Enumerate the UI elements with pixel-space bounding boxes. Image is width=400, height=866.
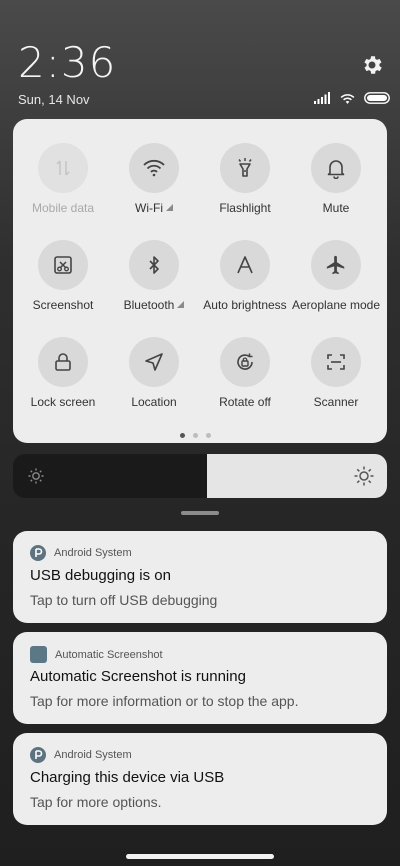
notification-app-name: Automatic Screenshot [55,648,163,661]
notification-header: Automatic Screenshot [30,646,163,663]
brightness-slider[interactable] [13,454,387,498]
wifi-status-icon [340,93,355,104]
page-dot[interactable] [180,433,185,438]
wifi-icon [143,159,165,177]
tile-label: Mute [322,201,350,215]
tile-auto-brightness[interactable]: Auto brightness [199,240,291,312]
status-icons [314,90,390,106]
tile-bluetooth[interactable]: Bluetooth [108,240,200,312]
notification-body: Tap for more options. [30,794,162,810]
notification-charging-usb[interactable]: Android System Charging this device via … [13,733,387,825]
flashlight-icon [238,158,252,177]
drag-handle[interactable] [181,511,219,515]
tile-label: Bluetooth [108,298,200,312]
quick-settings-panel: Mobile data Wi-Fi Flashlight Mute Screen… [13,119,387,443]
clock: 2:36 [18,38,117,87]
rotate-icon [237,353,253,370]
tile-mobile-data[interactable]: Mobile data [17,143,109,215]
bell-icon [327,160,345,179]
settings-button[interactable] [360,53,384,77]
notification-app-name: Android System [54,547,132,559]
tile-label: Location [131,395,177,409]
auto-brightness-icon [237,256,253,274]
location-icon [145,353,163,371]
mobile-data-icon [56,160,70,176]
gear-icon [364,56,382,74]
notification-app-name: Android System [54,749,132,761]
android-system-icon [30,747,46,763]
notification-body: Tap for more information or to stop the … [30,693,299,709]
tile-lock-screen[interactable]: Lock screen [17,337,109,409]
tile-rotate-off[interactable]: Rotate off [199,337,291,409]
notification-title: USB debugging is on [30,567,171,584]
notification-header: Android System [30,545,132,561]
signal-icon [314,92,330,104]
scanner-icon [327,354,345,370]
tile-mute[interactable]: Mute [290,143,382,215]
tile-screenshot[interactable]: Screenshot [17,240,109,312]
tile-label: Rotate off [219,395,271,409]
notification-title: Automatic Screenshot is running [30,668,246,685]
tile-flashlight[interactable]: Flashlight [199,143,291,215]
tile-wifi[interactable]: Wi-Fi [108,143,200,215]
tile-label: Auto brightness [203,298,287,312]
home-indicator[interactable] [126,854,274,859]
tile-label: Aeroplane mode [291,298,381,312]
notification-title: Charging this device via USB [30,769,225,786]
airplane-icon [326,255,345,275]
notification-body: Tap to turn off USB debugging [30,592,218,608]
brightness-high-icon [354,466,374,486]
page-dot[interactable] [206,433,211,438]
tile-location[interactable]: Location [108,337,200,409]
automatic-screenshot-app-icon [30,646,47,663]
tile-label: Lock screen [30,395,96,409]
page-dot[interactable] [193,433,198,438]
screenshot-icon [54,256,72,274]
tile-label: Scanner [313,395,359,409]
tile-label: Flashlight [219,201,271,215]
expand-triangle-icon [165,204,173,211]
tile-label: Screenshot [32,298,94,312]
notification-header: Android System [30,747,132,763]
lock-icon [55,353,71,371]
brightness-low-icon [28,468,44,484]
battery-icon [364,92,390,104]
tile-scanner[interactable]: Scanner [290,337,382,409]
page-indicator [180,433,211,438]
tile-aeroplane-mode[interactable]: Aeroplane mode [290,240,382,312]
android-system-icon [30,545,46,561]
tile-label: Mobile data [31,201,95,215]
date: Sun, 14 Nov [18,92,90,107]
notification-usb-debugging[interactable]: Android System USB debugging is on Tap t… [13,531,387,623]
notification-automatic-screenshot[interactable]: Automatic Screenshot Automatic Screensho… [13,632,387,724]
expand-triangle-icon [177,301,185,308]
bluetooth-icon [149,256,159,274]
tile-label: Wi-Fi [108,201,200,215]
